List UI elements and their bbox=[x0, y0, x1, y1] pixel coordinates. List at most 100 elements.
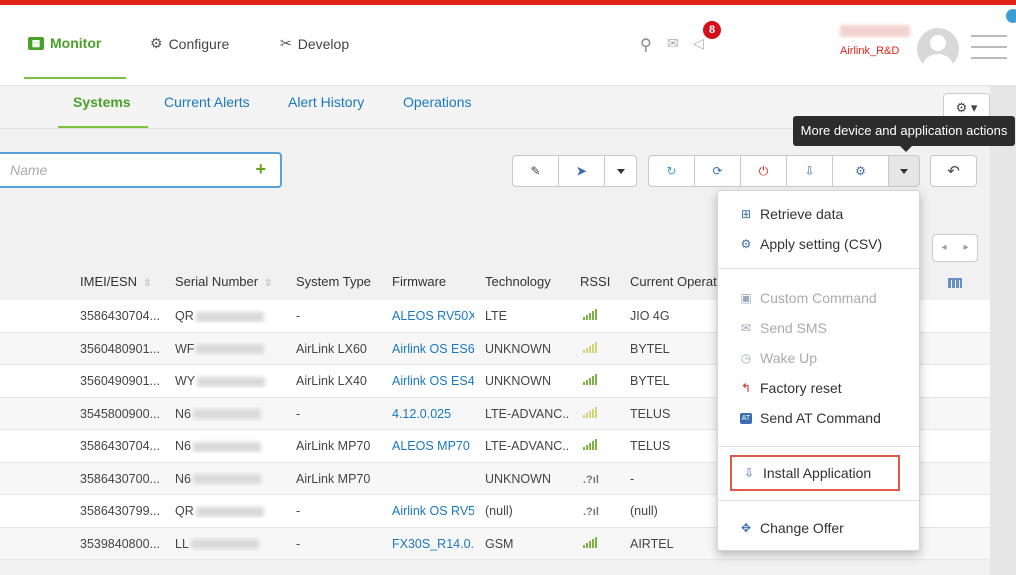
firmware-cell[interactable]: Airlink OS RV5 bbox=[392, 504, 474, 518]
active-subtab-indicator bbox=[58, 126, 148, 128]
refresh-icon: ⟳ bbox=[712, 164, 723, 178]
redacted-serial bbox=[195, 506, 264, 517]
search-icon[interactable]: ⚲ bbox=[640, 35, 652, 55]
at-command-icon: AT bbox=[740, 412, 752, 424]
tab-current-alerts[interactable]: Current Alerts bbox=[164, 94, 250, 110]
imei-cell: 3586430704... bbox=[80, 309, 160, 323]
rssi-signal-icon bbox=[583, 536, 597, 551]
serial-prefix: N6 bbox=[175, 439, 191, 453]
forward-dropdown-button[interactable] bbox=[604, 155, 637, 187]
rssi-signal-icon: .?ıl bbox=[583, 473, 599, 486]
menu-item-retrieve-data[interactable]: ⊞ Retrieve data bbox=[718, 199, 919, 229]
menu-item-send-at-command[interactable]: AT Send AT Command bbox=[718, 403, 919, 433]
column-header-system-type[interactable]: System Type bbox=[296, 274, 371, 289]
imei-cell: 3560490901... bbox=[80, 374, 160, 388]
menu-item-install-application[interactable]: ⇩ Install Application bbox=[730, 455, 900, 491]
serial-cell: N6 bbox=[175, 407, 275, 421]
firmware-cell[interactable]: FX30S_R14.0. bbox=[392, 537, 474, 551]
power-icon: ⏻ bbox=[758, 163, 769, 178]
install-button[interactable]: ⇩ bbox=[786, 155, 833, 187]
system-type-cell: AirLink MP70 bbox=[296, 471, 371, 486]
status-dot bbox=[1006, 9, 1016, 23]
gear-icon: ⚙ bbox=[150, 35, 163, 51]
firmware-cell[interactable]: Airlink OS ES6 bbox=[392, 342, 474, 356]
pagination-control[interactable]: ◂ ▸ bbox=[932, 234, 978, 262]
more-actions-dropdown-button[interactable] bbox=[888, 155, 920, 187]
menu-item-send-sms: ✉ Send SMS bbox=[740, 320, 827, 336]
column-header-technology[interactable]: Technology bbox=[485, 274, 551, 289]
technology-cell: UNKNOWN bbox=[485, 374, 551, 388]
tab-systems[interactable]: Systems bbox=[73, 94, 131, 110]
rssi-signal-icon: .?ıl bbox=[583, 506, 599, 518]
tab-develop[interactable]: ✂ Develop bbox=[280, 35, 349, 52]
sync-icon: ↻ bbox=[666, 164, 677, 178]
column-header-serial[interactable]: Serial Number ⇳ bbox=[175, 274, 272, 289]
chevron-down-icon bbox=[616, 168, 625, 174]
reboot-button[interactable]: ⏻ bbox=[740, 155, 787, 187]
column-header-firmware[interactable]: Firmware bbox=[392, 274, 446, 289]
grid-icon: ▦ bbox=[28, 36, 44, 50]
megaphone-icon[interactable]: ◁ bbox=[693, 35, 704, 52]
tab-configure[interactable]: ⚙ Configure bbox=[150, 35, 229, 52]
command-icon: ▣ bbox=[740, 291, 752, 305]
sms-icon: ✉ bbox=[740, 321, 752, 335]
technology-cell: LTE-ADVANC... bbox=[485, 439, 570, 453]
imei-cell: 3586430700... bbox=[80, 471, 160, 486]
chevron-right-icon[interactable]: ▸ bbox=[955, 235, 977, 261]
serial-cell: N6 bbox=[175, 439, 275, 453]
apply-settings-button[interactable]: ⚙ bbox=[832, 155, 889, 187]
add-filter-icon[interactable]: + bbox=[255, 159, 266, 180]
serial-cell: WF bbox=[175, 342, 275, 356]
undo-button[interactable]: ↶ bbox=[930, 155, 977, 187]
tab-monitor[interactable]: ▦ Monitor bbox=[28, 35, 101, 51]
redacted-serial bbox=[197, 376, 266, 387]
menu-item-factory-reset[interactable]: ↰ Factory reset bbox=[718, 373, 919, 403]
tab-operations[interactable]: Operations bbox=[403, 94, 471, 110]
column-header-rssi[interactable]: RSSI bbox=[580, 274, 610, 289]
menu-item-apply-setting[interactable]: ⚙ Apply setting (CSV) bbox=[718, 229, 919, 259]
organization-name[interactable]: Airlink_R&D bbox=[840, 45, 899, 57]
technology-cell: UNKNOWN bbox=[485, 471, 551, 486]
tooltip: More device and application actions bbox=[793, 116, 1015, 146]
refresh-button[interactable]: ⟳ bbox=[694, 155, 741, 187]
edit-button[interactable]: ✎ bbox=[512, 155, 559, 187]
firmware-cell[interactable]: Airlink OS ES4 bbox=[392, 374, 474, 388]
install-icon: ⇩ bbox=[743, 466, 755, 480]
name-filter-field[interactable]: + bbox=[0, 152, 282, 188]
system-type-cell: AirLink LX40 bbox=[296, 374, 367, 388]
serial-prefix: LL bbox=[175, 536, 189, 551]
column-header-operator[interactable]: Current Operat bbox=[630, 274, 720, 289]
column-header-imei[interactable]: IMEI/ESN ⇳ bbox=[80, 274, 151, 289]
serial-cell: QR bbox=[175, 309, 275, 323]
rssi-signal-icon bbox=[583, 406, 597, 421]
sort-icon: ⇳ bbox=[143, 278, 152, 289]
name-input[interactable] bbox=[8, 154, 242, 186]
tooltip-arrow bbox=[900, 146, 912, 152]
menu-item-custom-command: ▣ Custom Command bbox=[740, 290, 877, 306]
menu-divider bbox=[718, 500, 919, 501]
user-name-redacted bbox=[840, 25, 910, 37]
tab-alert-history[interactable]: Alert History bbox=[288, 94, 364, 110]
sync-button[interactable]: ↻ bbox=[648, 155, 695, 187]
menu-item-change-offer[interactable]: ✥ Change Offer bbox=[718, 513, 919, 543]
firmware-cell[interactable]: ALEOS RV50X bbox=[392, 309, 474, 323]
mail-icon[interactable]: ✉ bbox=[667, 35, 679, 52]
firmware-cell[interactable]: ALEOS MP70 L bbox=[392, 439, 474, 453]
wakeup-icon: ◷ bbox=[740, 351, 752, 365]
serial-cell: WY bbox=[175, 374, 275, 388]
hamburger-menu-icon[interactable] bbox=[971, 35, 1007, 68]
serial-prefix: QR bbox=[175, 504, 194, 518]
menu-divider bbox=[718, 268, 919, 269]
chevron-left-icon[interactable]: ◂ bbox=[933, 235, 955, 261]
operator-cell: - bbox=[630, 471, 635, 486]
columns-icon[interactable] bbox=[948, 278, 962, 288]
technology-cell: GSM bbox=[485, 536, 514, 551]
firmware-cell[interactable]: 4.12.0.025 bbox=[392, 407, 474, 421]
notification-badge: 8 bbox=[703, 21, 721, 39]
forward-button[interactable]: ➤ bbox=[558, 155, 605, 187]
offer-icon: ✥ bbox=[740, 521, 752, 535]
sort-icon: ⇳ bbox=[264, 278, 273, 289]
system-type-cell: AirLink MP70 bbox=[296, 439, 371, 453]
avatar[interactable] bbox=[917, 28, 959, 70]
active-tab-indicator bbox=[24, 77, 126, 79]
